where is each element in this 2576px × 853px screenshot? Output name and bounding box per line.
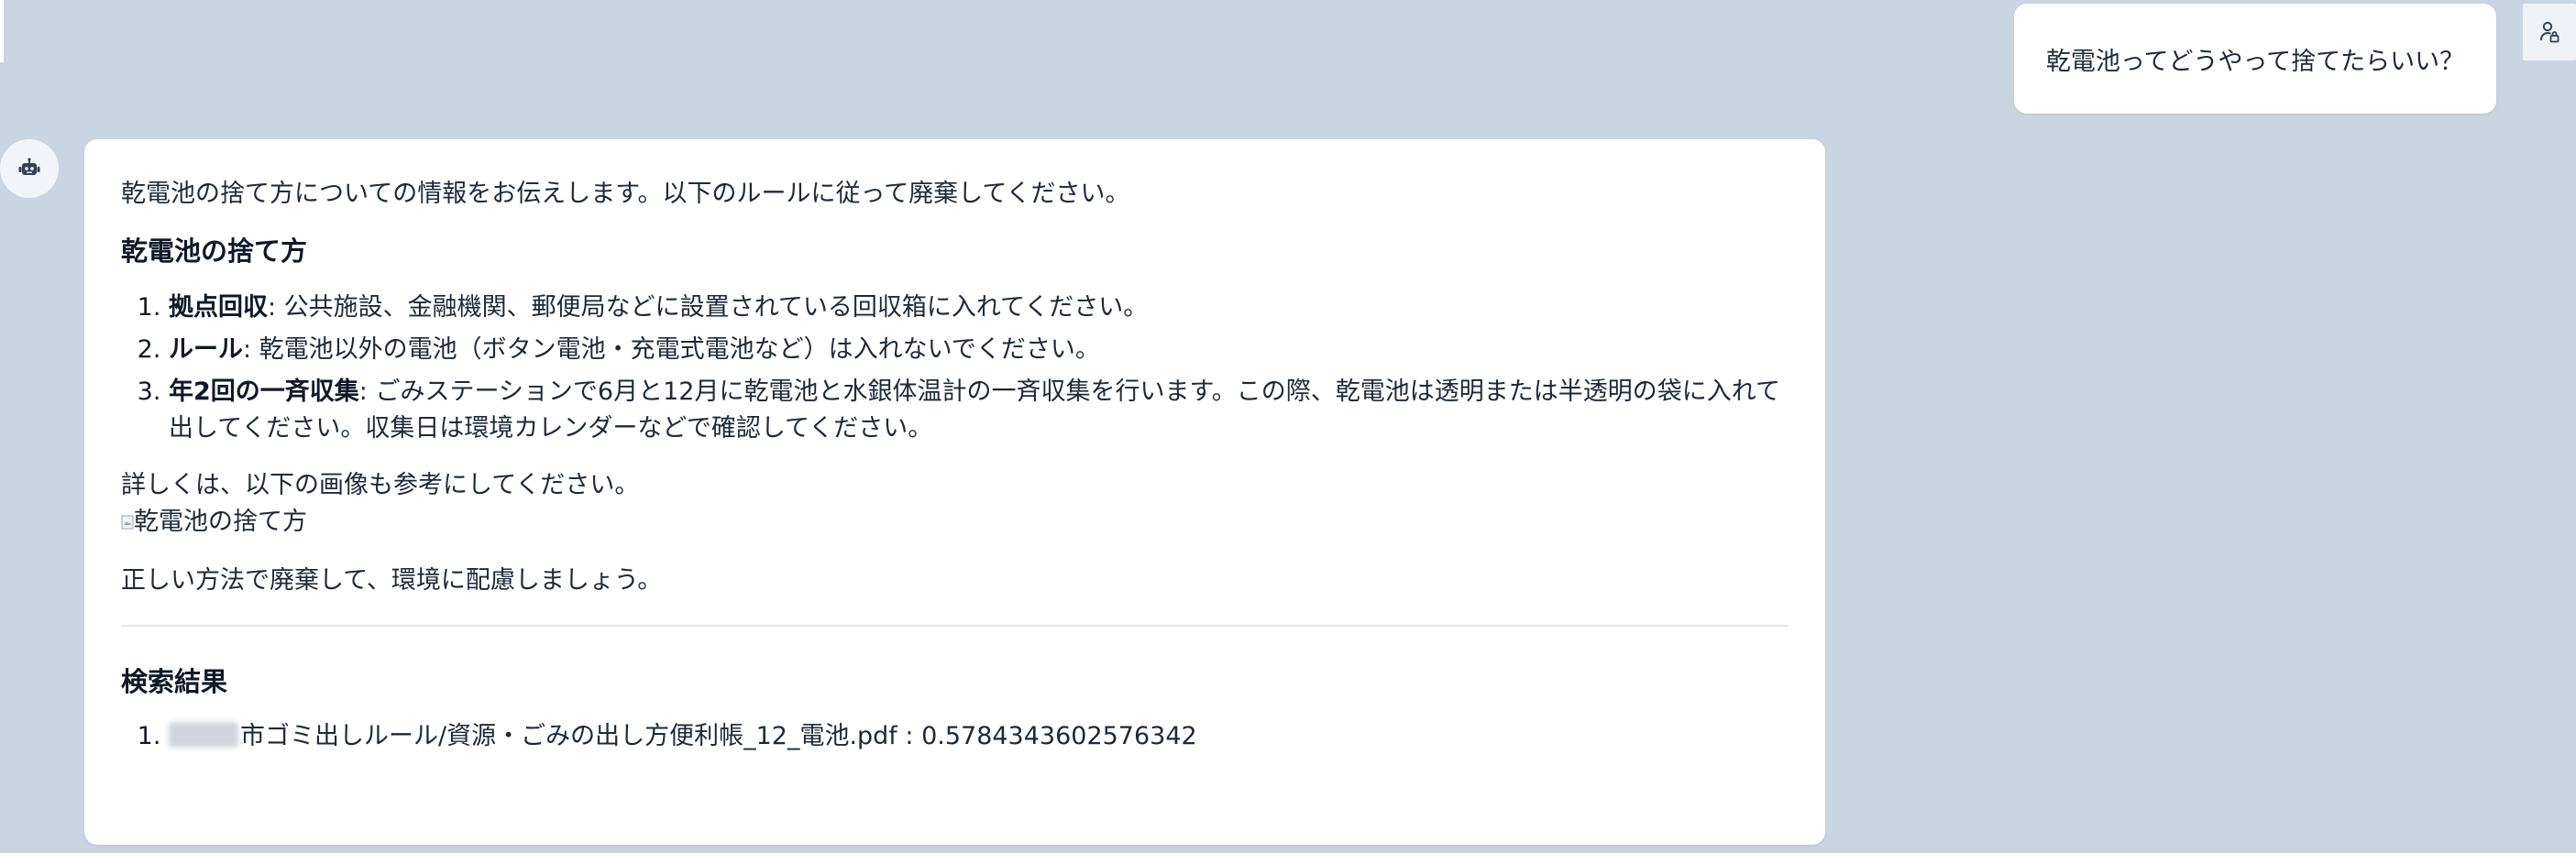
rule-term: ルール [169, 335, 243, 364]
search-results-heading: 検索結果 [121, 666, 228, 697]
user-avatar [2523, 4, 2576, 60]
broken-image-icon [121, 515, 134, 530]
details-text: 詳しくは、以下の画像も参考にしてください。 [121, 471, 640, 499]
image-alt-text: 乾電池の捨て方 [134, 508, 307, 536]
rule-text: : 公共施設、金融機関、郵便局などに設置されている回収箱に入れてください。 [268, 293, 1149, 322]
rules-list: 拠点回収: 公共施設、金融機関、郵便局などに設置されている回収箱に入れてください… [121, 290, 1789, 447]
search-results-list: 市ゴミ出しルール/資源・ごみの出し方便利帳_12_電池.pdf : 0.5784… [121, 718, 1789, 755]
broken-image: 乾電池の捨て方 [121, 504, 1789, 541]
rule-term: 拠点回収 [169, 293, 268, 322]
closing-text: 正しい方法で廃棄して、環境に配慮しましょう。 [121, 566, 663, 595]
rule-text: : 乾電池以外の電池（ボタン電池・充電式電池など）は入れないでください。 [243, 335, 1100, 364]
redacted-city-name [169, 722, 238, 748]
user-message-bubble: 乾電池ってどうやって捨てたらいい？ [2014, 4, 2496, 114]
list-item: ルール: 乾電池以外の電池（ボタン電池・充電式電池など）は入れないでください。 [169, 332, 1789, 368]
list-item: 年2回の一斉収集: ごみステーションで6月と12月に乾電池と水銀体温計の一斉収集… [169, 374, 1789, 447]
section-heading: 乾電池の捨て方 [121, 235, 308, 267]
divider [121, 625, 1789, 627]
rule-term: 年2回の一斉収集 [169, 377, 359, 406]
robot-icon [18, 158, 40, 175]
assistant-intro: 乾電池の捨て方についての情報をお伝えします。以下のルールに従って廃棄してください… [121, 180, 1130, 208]
list-item: 拠点回収: 公共施設、金融機関、郵便局などに設置されている回収箱に入れてください… [169, 290, 1789, 326]
left-panel-edge [0, 0, 4, 62]
user-message-text: 乾電池ってどうやって捨てたらいい？ [2045, 47, 2465, 76]
rule-text: : ごみステーションで6月と12月に乾電池と水銀体温計の一斉収集を行います。この… [169, 377, 1780, 443]
assistant-avatar [0, 139, 59, 198]
search-result-text: 市ゴミ出しルール/資源・ごみの出し方便利帳_12_電池.pdf : 0.5784… [240, 722, 1197, 750]
assistant-message-card: 乾電池の捨て方についての情報をお伝えします。以下のルールに従って廃棄してください… [84, 139, 1825, 845]
list-item: 市ゴミ出しルール/資源・ごみの出し方便利帳_12_電池.pdf : 0.5784… [169, 718, 1789, 755]
person-lock-icon [2540, 21, 2559, 43]
